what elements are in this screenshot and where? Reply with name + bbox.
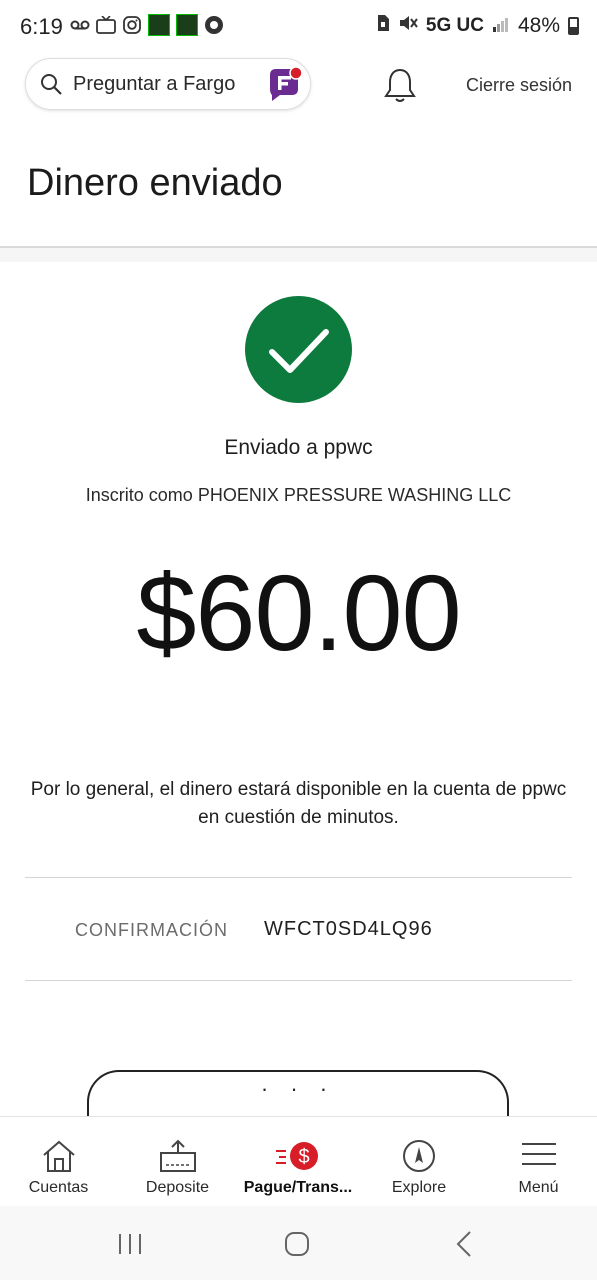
amount-sent: $60.00 — [136, 552, 461, 673]
compass-icon — [403, 1140, 435, 1172]
divider-shadow — [0, 248, 597, 262]
fargo-search-bar[interactable]: Preguntar a Fargo — [25, 58, 311, 110]
back-icon[interactable] — [454, 1230, 474, 1258]
enrolled-as-text: Inscrito como PHOENIX PRESSURE WASHING L… — [85, 485, 512, 505]
svg-text:$: $ — [298, 1146, 309, 1168]
tab-label: Menú — [518, 1179, 559, 1196]
search-label: Preguntar a Fargo — [73, 73, 236, 95]
status-right: 5G UC 48% — [376, 14, 579, 38]
home-button-icon[interactable] — [284, 1231, 310, 1257]
signout-link[interactable]: Cierre sesión — [466, 75, 572, 96]
bottom-tab-bar: Cuentas Deposite $ Pague/Trans... Explor… — [0, 1116, 597, 1207]
tab-explore[interactable]: Explore — [360, 1117, 478, 1207]
mute-icon — [398, 14, 418, 38]
success-check-icon — [245, 296, 352, 403]
network-label: 5G UC — [425, 15, 484, 36]
voicemail-icon — [70, 15, 90, 35]
app-icon — [204, 15, 224, 35]
tab-pague-transfiera[interactable]: $ Pague/Trans... — [238, 1117, 358, 1207]
tv-icon — [96, 15, 116, 35]
tab-cuentas[interactable]: Cuentas — [0, 1117, 117, 1207]
menu-icon — [521, 1143, 556, 1165]
tab-menu[interactable]: Menú — [480, 1117, 597, 1207]
availability-note: Por lo general, el dinero estará disponi… — [30, 779, 567, 828]
tab-deposite[interactable]: Deposite — [119, 1117, 236, 1207]
tab-label: Cuentas — [28, 1179, 89, 1196]
fargo-assistant-icon[interactable] — [266, 65, 304, 103]
pay-transfer-icon: $ — [276, 1142, 318, 1170]
more-dots-label: · · · — [260, 1076, 336, 1101]
instagram-icon — [122, 15, 142, 35]
deposit-icon — [159, 1139, 196, 1172]
page-title: Dinero enviado — [27, 162, 283, 204]
tab-label: Pague/Trans... — [243, 1179, 353, 1196]
divider — [25, 877, 572, 878]
app-icon — [148, 14, 170, 36]
confirmation-number: WFCT0SD4LQ96 — [264, 918, 433, 940]
sim-icon — [376, 14, 390, 38]
notifications-bell-icon[interactable] — [383, 66, 417, 104]
sent-to-text: Enviado a ppwc — [224, 436, 373, 459]
battery-icon — [568, 17, 579, 35]
tab-label: Deposite — [145, 1179, 210, 1196]
app-icon — [176, 14, 198, 36]
search-icon — [41, 74, 62, 95]
home-icon — [42, 1140, 75, 1172]
notification-icons — [70, 14, 224, 36]
system-nav-bar — [0, 1206, 597, 1280]
battery-label: 48% — [517, 14, 560, 37]
confirmation-label: CONFIRMACIÓN — [75, 920, 228, 940]
status-bar: 6:19 5G UC 48% — [0, 0, 597, 52]
tab-label: Explore — [391, 1179, 447, 1196]
recent-apps-icon[interactable] — [117, 1232, 143, 1256]
top-bar: Preguntar a Fargo Cierre sesión — [0, 56, 597, 116]
signal-icon — [492, 14, 510, 38]
divider — [25, 980, 572, 981]
status-time: 6:19 — [20, 14, 63, 39]
